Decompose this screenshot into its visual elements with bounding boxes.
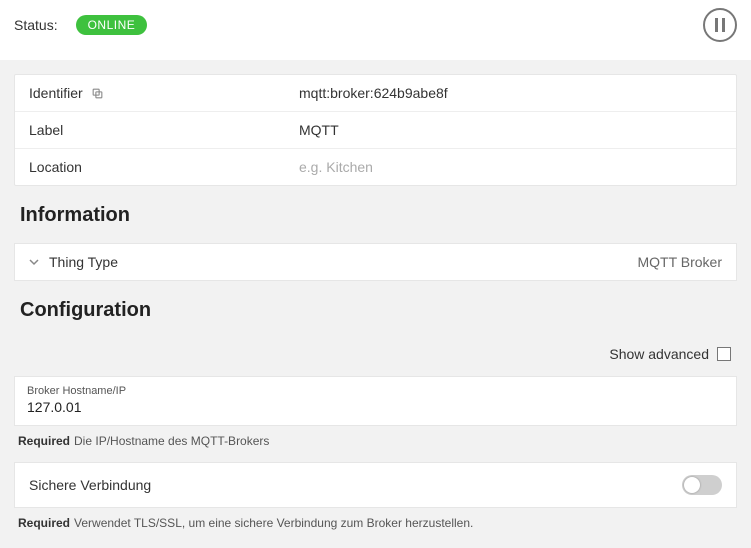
- status-badge: ONLINE: [76, 15, 148, 35]
- section-heading-configuration: Configuration: [14, 281, 737, 338]
- label-value[interactable]: MQTT: [299, 122, 722, 138]
- pause-icon: [715, 18, 725, 32]
- property-row-label: Label MQTT: [15, 112, 736, 149]
- location-input[interactable]: e.g. Kitchen: [299, 159, 722, 175]
- thing-type-value: MQTT Broker: [637, 254, 722, 270]
- show-advanced-checkbox[interactable]: [717, 347, 731, 361]
- broker-hostname-label: Broker Hostname/IP: [27, 385, 724, 397]
- location-key: Location: [29, 159, 82, 175]
- pause-button[interactable]: [703, 8, 737, 42]
- secure-connection-row: Sichere Verbindung: [14, 462, 737, 508]
- copy-icon[interactable]: [91, 87, 104, 100]
- status-label: Status:: [14, 17, 58, 33]
- identifier-key: Identifier: [29, 85, 83, 101]
- broker-hostname-field[interactable]: Broker Hostname/IP 127.0.01: [14, 376, 737, 426]
- show-advanced-label: Show advanced: [609, 346, 709, 362]
- chevron-down-icon: [29, 257, 39, 267]
- label-key: Label: [29, 122, 63, 138]
- secure-connection-toggle[interactable]: [682, 475, 722, 495]
- properties-table: Identifier mqtt:broker:624b9abe8f Label …: [14, 74, 737, 186]
- identifier-value: mqtt:broker:624b9abe8f: [299, 85, 722, 101]
- property-row-location: Location e.g. Kitchen: [15, 149, 736, 185]
- secure-connection-label: Sichere Verbindung: [29, 477, 151, 493]
- section-heading-information: Information: [14, 186, 737, 243]
- thing-type-row[interactable]: Thing Type MQTT Broker: [14, 243, 737, 281]
- thing-type-label: Thing Type: [49, 254, 118, 270]
- broker-hostname-help: RequiredDie IP/Hostname des MQTT-Brokers: [14, 426, 737, 462]
- broker-hostname-value[interactable]: 127.0.01: [27, 399, 724, 415]
- secure-connection-help: RequiredVerwendet TLS/SSL, um eine siche…: [14, 508, 737, 544]
- property-row-identifier: Identifier mqtt:broker:624b9abe8f: [15, 75, 736, 112]
